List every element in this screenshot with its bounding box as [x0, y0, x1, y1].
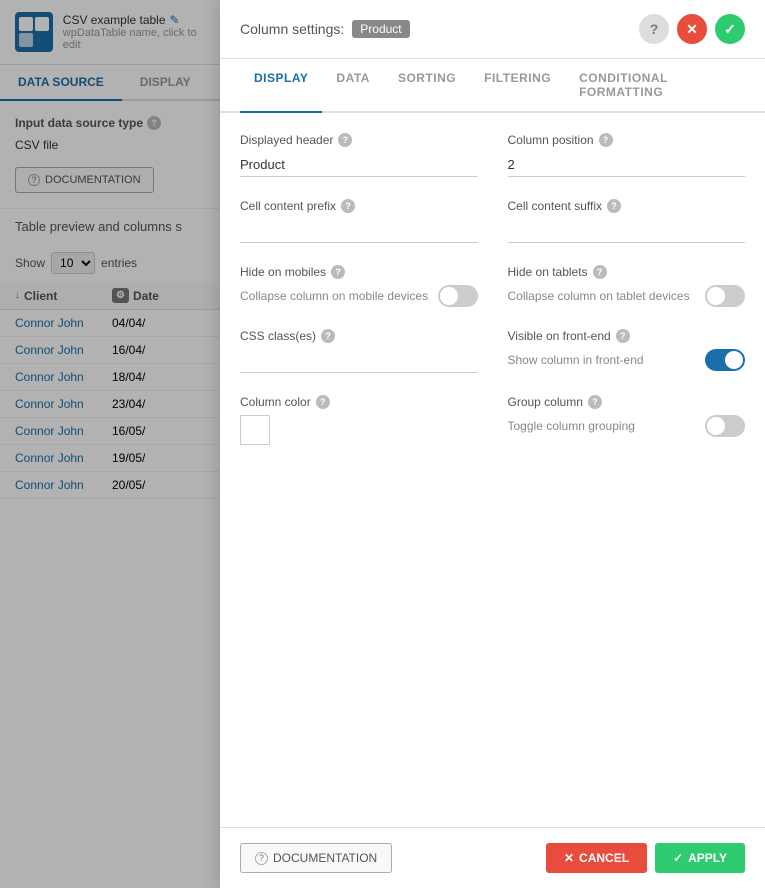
group-column-toggle[interactable] — [705, 415, 745, 437]
displayed-header-group: Displayed header ? — [240, 133, 478, 177]
visible-frontend-help-icon[interactable]: ? — [616, 329, 630, 343]
cancel-button[interactable]: ✕ CANCEL — [546, 843, 647, 873]
hide-tablets-toggle-row: Collapse column on tablet devices — [508, 285, 746, 307]
modal-action-buttons: ? ✕ ✓ — [639, 14, 745, 44]
column-color-picker[interactable] — [240, 415, 270, 445]
column-position-label: Column position ? — [508, 133, 746, 147]
form-row-5: Column color ? Group column ? Toggle col… — [240, 395, 745, 445]
visible-frontend-toggle[interactable] — [705, 349, 745, 371]
form-row-3: Hide on mobiles ? Collapse column on mob… — [240, 265, 745, 307]
column-color-group: Column color ? — [240, 395, 478, 445]
apply-check-icon: ✓ — [673, 851, 683, 865]
hide-mobiles-desc: Collapse column on mobile devices — [240, 289, 428, 303]
css-classes-help-icon[interactable]: ? — [321, 329, 335, 343]
column-position-input[interactable] — [508, 153, 746, 177]
tab-filtering[interactable]: FILTERING — [470, 59, 565, 111]
column-color-help-icon[interactable]: ? — [316, 395, 330, 409]
cell-content-prefix-input[interactable] — [240, 219, 478, 243]
modal-header: Column settings: Product ? ✕ ✓ — [220, 0, 765, 59]
modal-footer: ? DOCUMENTATION ✕ CANCEL ✓ APPLY — [220, 827, 765, 888]
displayed-header-help-icon[interactable]: ? — [338, 133, 352, 147]
column-position-help-icon[interactable]: ? — [599, 133, 613, 147]
visible-frontend-desc: Show column in front-end — [508, 353, 644, 367]
column-color-label: Column color ? — [240, 395, 478, 409]
group-column-toggle-row: Toggle column grouping — [508, 415, 746, 437]
hide-mobiles-label: Hide on mobiles ? — [240, 265, 478, 279]
help-button[interactable]: ? — [639, 14, 669, 44]
visible-frontend-label: Visible on front-end ? — [508, 329, 746, 343]
form-row-2: Cell content prefix ? Cell content suffi… — [240, 199, 745, 243]
modal-tab-bar: DISPLAY DATA SORTING FILTERING CONDITION… — [220, 59, 765, 113]
apply-icon-button[interactable]: ✓ — [715, 14, 745, 44]
tab-display[interactable]: DISPLAY — [240, 59, 322, 113]
apply-button[interactable]: ✓ APPLY — [655, 843, 745, 873]
css-classes-label: CSS class(es) ? — [240, 329, 478, 343]
cell-content-suffix-input[interactable] — [508, 219, 746, 243]
footer-doc-button[interactable]: ? DOCUMENTATION — [240, 843, 392, 873]
hide-tablets-help-icon[interactable]: ? — [593, 265, 607, 279]
visible-frontend-toggle-row: Show column in front-end — [508, 349, 746, 371]
group-column-label: Group column ? — [508, 395, 746, 409]
column-badge: Product — [352, 20, 409, 38]
hide-tablets-group: Hide on tablets ? Collapse column on tab… — [508, 265, 746, 307]
doc-circle-icon: ? — [255, 852, 268, 865]
cell-suffix-help-icon[interactable]: ? — [607, 199, 621, 213]
footer-action-buttons: ✕ CANCEL ✓ APPLY — [546, 843, 745, 873]
group-column-desc: Toggle column grouping — [508, 419, 635, 433]
hide-mobiles-group: Hide on mobiles ? Collapse column on mob… — [240, 265, 478, 307]
displayed-header-input[interactable] — [240, 153, 478, 177]
hide-mobiles-help-icon[interactable]: ? — [331, 265, 345, 279]
tab-conditional-formatting[interactable]: CONDITIONAL FORMATTING — [565, 59, 745, 111]
column-settings-modal: Column settings: Product ? ✕ ✓ DISPLAY D… — [220, 0, 765, 888]
cell-content-prefix-group: Cell content prefix ? — [240, 199, 478, 243]
cancel-icon: ✕ — [564, 851, 574, 865]
hide-mobiles-toggle-row: Collapse column on mobile devices — [240, 285, 478, 307]
modal-title: Column settings: Product — [240, 20, 410, 38]
cell-prefix-help-icon[interactable]: ? — [341, 199, 355, 213]
cell-content-suffix-label: Cell content suffix ? — [508, 199, 746, 213]
visible-frontend-group: Visible on front-end ? Show column in fr… — [508, 329, 746, 373]
close-button[interactable]: ✕ — [677, 14, 707, 44]
displayed-header-label: Displayed header ? — [240, 133, 478, 147]
form-row-1: Displayed header ? Column position ? — [240, 133, 745, 177]
group-column-help-icon[interactable]: ? — [588, 395, 602, 409]
css-classes-group: CSS class(es) ? — [240, 329, 478, 373]
hide-tablets-desc: Collapse column on tablet devices — [508, 289, 690, 303]
hide-tablets-toggle[interactable] — [705, 285, 745, 307]
group-column-group: Group column ? Toggle column grouping — [508, 395, 746, 445]
column-position-group: Column position ? — [508, 133, 746, 177]
hide-tablets-label: Hide on tablets ? — [508, 265, 746, 279]
form-row-4: CSS class(es) ? Visible on front-end ? S… — [240, 329, 745, 373]
modal-body: Displayed header ? Column position ? Cel… — [220, 113, 765, 827]
tab-sorting[interactable]: SORTING — [384, 59, 470, 111]
cell-content-prefix-label: Cell content prefix ? — [240, 199, 478, 213]
tab-data[interactable]: DATA — [322, 59, 384, 111]
cell-content-suffix-group: Cell content suffix ? — [508, 199, 746, 243]
hide-mobiles-toggle[interactable] — [438, 285, 478, 307]
css-classes-input[interactable] — [240, 349, 478, 373]
